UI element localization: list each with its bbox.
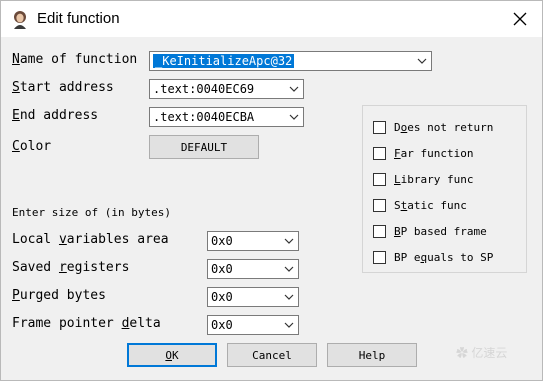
- chevron-down-icon: [284, 322, 294, 328]
- title-bar: Edit function: [1, 1, 542, 37]
- size-section-heading: Enter size of (in bytes): [12, 206, 171, 219]
- watermark: ✿ 亿速云: [456, 346, 508, 360]
- saved-registers-label: Saved registers: [12, 260, 130, 275]
- color-default-button[interactable]: DEFAULT: [149, 135, 259, 159]
- function-name-combobox[interactable]: _KeInitializeApc@32: [149, 51, 432, 71]
- chevron-down-icon: [284, 266, 294, 272]
- start-address-value: .text:0040EC69: [153, 82, 255, 96]
- start-address-combobox[interactable]: .text:0040EC69: [149, 79, 304, 99]
- window-title: Edit function: [37, 10, 120, 27]
- purged-bytes-combobox[interactable]: 0x0: [207, 287, 299, 307]
- bp-based-frame-checkbox[interactable]: [373, 225, 386, 238]
- help-button[interactable]: Help: [327, 343, 417, 367]
- start-address-label: Start address: [12, 80, 114, 95]
- local-variables-combobox[interactable]: 0x0: [207, 231, 299, 251]
- bp-equals-sp-checkbox[interactable]: [373, 251, 386, 264]
- chevron-down-icon: [417, 58, 427, 64]
- bp-equals-sp-label: BP equals to SP: [394, 251, 494, 264]
- function-name-value: _KeInitializeApc@32: [153, 54, 295, 68]
- end-address-label: End address: [12, 108, 99, 123]
- bp-based-frame-label: BP based frame: [394, 225, 487, 238]
- library-func-label: Library func: [394, 173, 474, 186]
- end-address-value: .text:0040ECBA: [153, 110, 255, 124]
- close-icon[interactable]: [510, 9, 530, 29]
- static-func-label: Static func: [394, 199, 467, 212]
- static-func-checkbox[interactable]: [373, 199, 386, 212]
- far-function-label: Far function: [394, 147, 474, 160]
- library-func-checkbox[interactable]: [373, 173, 386, 186]
- does-not-return-label: Does not return: [394, 121, 494, 134]
- edit-function-dialog: Edit function Name of function _KeInitia…: [0, 0, 543, 381]
- far-function-checkbox[interactable]: [373, 147, 386, 160]
- end-address-combobox[interactable]: .text:0040ECBA: [149, 107, 304, 127]
- chevron-down-icon: [284, 238, 294, 244]
- ok-button[interactable]: OK: [127, 343, 217, 367]
- local-variables-label: Local variables area: [12, 232, 169, 247]
- name-of-function-label: Name of function: [12, 52, 138, 67]
- saved-registers-value: 0x0: [211, 262, 233, 276]
- chevron-down-icon: [289, 86, 299, 92]
- frame-pointer-delta-combobox[interactable]: 0x0: [207, 315, 299, 335]
- purged-bytes-value: 0x0: [211, 290, 233, 304]
- purged-bytes-label: Purged bytes: [12, 288, 106, 303]
- cancel-button[interactable]: Cancel: [227, 343, 317, 367]
- frame-pointer-delta-value: 0x0: [211, 318, 233, 332]
- does-not-return-checkbox[interactable]: [373, 121, 386, 134]
- local-variables-value: 0x0: [211, 234, 233, 248]
- app-icon: [10, 9, 30, 29]
- chevron-down-icon: [284, 294, 294, 300]
- saved-registers-combobox[interactable]: 0x0: [207, 259, 299, 279]
- frame-pointer-delta-label: Frame pointer delta: [12, 316, 161, 331]
- function-flags-group: Does not return Far function Library fun…: [362, 105, 527, 273]
- color-label: Color: [12, 139, 52, 154]
- chevron-down-icon: [289, 114, 299, 120]
